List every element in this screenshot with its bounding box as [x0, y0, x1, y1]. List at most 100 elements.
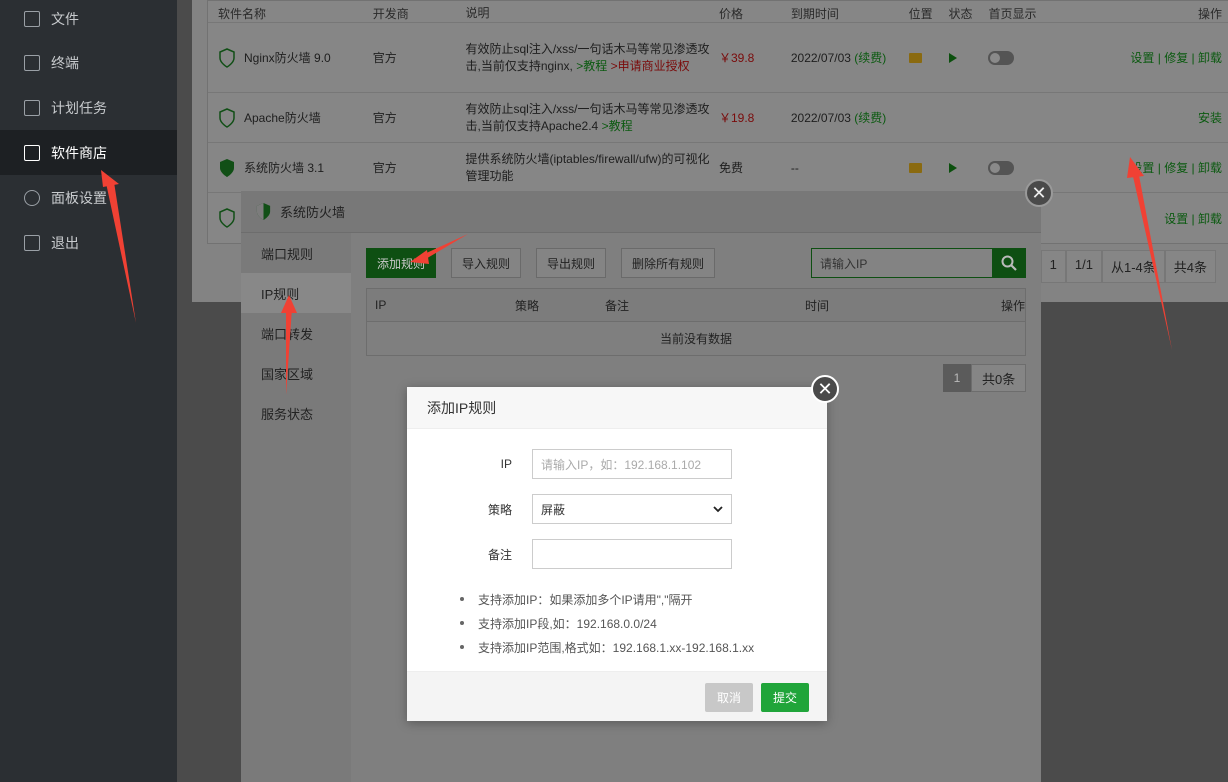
- col-time: 时间: [805, 298, 830, 313]
- ip-rules-table: IP 策略 备注 时间 操作 当前没有数据: [366, 288, 1026, 356]
- shield-icon: [220, 158, 234, 177]
- help-note: 支持添加IP段,如：192.168.0.0/24: [460, 611, 754, 635]
- close-add-ip-modal-button[interactable]: ✕: [811, 375, 839, 403]
- sidebar-item-label: 面板设置: [51, 189, 107, 206]
- policy-row: 策略 屏蔽: [427, 494, 732, 524]
- terminal-icon: [24, 54, 40, 71]
- add-ip-rule-modal: 添加IP规则 IP 请输入IP，如：192.168.1.102 策略 屏蔽 备注…: [407, 387, 827, 721]
- note-row: 备注: [427, 539, 732, 569]
- logout-icon: [24, 234, 40, 251]
- tab-port-rules[interactable]: 端口规则: [241, 233, 351, 273]
- folder-icon[interactable]: [908, 162, 922, 173]
- tab-port-forward[interactable]: 端口转发: [241, 313, 351, 353]
- row-ops[interactable]: 设置 | 卸载: [1068, 210, 1228, 227]
- export-rules-button[interactable]: 导出规则: [536, 248, 607, 278]
- row-ops[interactable]: 设置 | 修复 | 卸载: [1068, 159, 1228, 176]
- sidebar-item-label: 计划任务: [51, 99, 107, 116]
- description: 提供系统防火墙(iptables/firewall/ufw)的可视化管理功能: [465, 151, 710, 183]
- col-ops: 操作: [1197, 7, 1222, 21]
- ip-input[interactable]: 请输入IP，如：192.168.1.102: [532, 449, 732, 479]
- sidebar-item-label: 文件: [51, 11, 79, 27]
- policy-value: 屏蔽: [541, 502, 566, 517]
- note-input[interactable]: [532, 539, 732, 569]
- software-name: 系统防火墙 3.1: [244, 161, 325, 175]
- close-icon: ✕: [817, 378, 833, 399]
- rule-toolbar: 添加规则 导入规则 导出规则 删除所有规则: [366, 248, 730, 278]
- calendar-icon: [24, 99, 40, 116]
- col-ip: IP: [375, 298, 387, 312]
- renew-link[interactable]: (续费): [854, 51, 886, 65]
- play-icon[interactable]: [948, 162, 957, 173]
- sidebar-item-label: 终端: [51, 54, 79, 71]
- page-number[interactable]: 1: [1040, 250, 1066, 283]
- software-name: Nginx防火墙 9.0: [244, 51, 331, 65]
- ip-table-pager: 1 共0条: [943, 364, 1027, 392]
- add-rule-button[interactable]: 添加规则: [366, 248, 437, 278]
- expire-date: 2022/07/03: [790, 51, 851, 65]
- sidebar-item-terminal[interactable]: 终端: [0, 40, 177, 85]
- help-note: 支持添加IP：如果添加多个IP请用","隔开: [460, 587, 754, 611]
- play-icon[interactable]: [948, 52, 957, 63]
- note-label: 备注: [487, 547, 512, 562]
- search-button[interactable]: [992, 248, 1026, 278]
- waf-shield-icon: [219, 47, 235, 68]
- folder-icon: [24, 11, 40, 27]
- col-location: 位置: [908, 7, 933, 21]
- page-range: 从1-4条: [1101, 250, 1165, 283]
- sidebar-item-logout[interactable]: 退出: [0, 220, 177, 265]
- grid-icon: [24, 144, 40, 161]
- col-dev: 开发商: [372, 7, 409, 21]
- price: 免费: [719, 161, 744, 175]
- table-row: 系统防火墙 3.1 官方 提供系统防火墙(iptables/firewall/u…: [208, 143, 1228, 193]
- firewall-modal-title: 系统防火墙: [241, 191, 1041, 233]
- folder-icon[interactable]: [908, 52, 922, 63]
- chevron-down-icon: [713, 505, 723, 512]
- page-number[interactable]: 1: [943, 364, 971, 392]
- sidebar-item-store[interactable]: 软件商店: [0, 130, 177, 175]
- sidebar-item-files[interactable]: 文件: [0, 0, 177, 40]
- empty-message: 当前没有数据: [659, 332, 732, 346]
- sidebar-item-settings[interactable]: 面板设置: [0, 175, 177, 220]
- expire: 2022/07/03 (续费): [791, 109, 909, 126]
- page-total: 共0条: [971, 364, 1027, 392]
- col-status: 状态: [948, 7, 973, 21]
- search-input[interactable]: 请输入IP: [811, 248, 992, 278]
- description-text: 有效防止sql注入/xss/一句话木马等常见渗透攻击,当前仅支持Apache2.…: [465, 101, 710, 133]
- col-note: 备注: [605, 298, 630, 313]
- store-pager: 1 1/1 从1-4条 共4条: [1040, 250, 1216, 283]
- help-notes: 支持添加IP：如果添加多个IP请用","隔开 支持添加IP段,如：192.168…: [460, 587, 754, 659]
- tab-country-region[interactable]: 国家区域: [241, 353, 351, 393]
- table-header: 软件名称 开发商 说明 价格 到期时间 位置 状态 首页显示 操作: [208, 1, 1228, 23]
- policy-select[interactable]: 屏蔽: [532, 494, 732, 524]
- row-ops[interactable]: 设置 | 修复 | 卸载: [1068, 49, 1228, 66]
- delete-all-rules-button[interactable]: 删除所有规则: [621, 248, 716, 278]
- waf-shield-icon: [219, 208, 235, 228]
- close-firewall-modal-button[interactable]: ✕: [1025, 179, 1053, 207]
- cancel-button[interactable]: 取消: [705, 683, 753, 712]
- gear-icon: [24, 189, 40, 206]
- close-icon: ✕: [1031, 182, 1047, 203]
- license-link[interactable]: >申请商业授权: [611, 59, 690, 73]
- search-icon: [1001, 255, 1017, 271]
- import-rules-button[interactable]: 导入规则: [451, 248, 522, 278]
- shield-icon: [256, 203, 271, 220]
- install-link[interactable]: 安装: [1068, 109, 1228, 126]
- tutorial-link[interactable]: >教程: [576, 59, 607, 73]
- homepage-toggle[interactable]: [988, 160, 1015, 175]
- policy-label: 策略: [487, 502, 512, 517]
- waf-shield-icon: [219, 107, 235, 128]
- renew-link[interactable]: (续费): [854, 111, 886, 125]
- homepage-toggle[interactable]: [988, 50, 1015, 65]
- price: ￥19.8: [719, 111, 755, 125]
- sidebar-item-label: 软件商店: [51, 144, 107, 161]
- tab-ip-rules[interactable]: IP规则: [241, 273, 351, 313]
- tab-service-status[interactable]: 服务状态: [241, 393, 351, 433]
- col-price: 价格: [719, 7, 744, 21]
- sidebar-item-cron[interactable]: 计划任务: [0, 85, 177, 130]
- description: 有效防止sql注入/xss/一句话木马等常见渗透攻击,当前仅支持Apache2.…: [466, 101, 720, 135]
- table-row: Nginx防火墙 9.0 官方 有效防止sql注入/xss/一句话木马等常见渗透…: [208, 23, 1228, 93]
- sidebar: 文件 终端 计划任务 软件商店 面板设置 退出: [0, 0, 177, 782]
- submit-button[interactable]: 提交: [761, 683, 809, 712]
- tutorial-link[interactable]: >教程: [602, 119, 633, 133]
- software-name: Apache防火墙: [244, 111, 321, 125]
